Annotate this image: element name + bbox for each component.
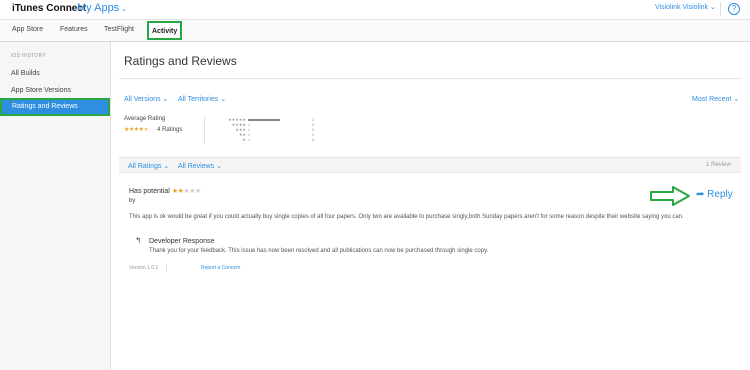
territories-filter[interactable]: All Territories ⌄	[178, 95, 226, 103]
histogram-bar	[248, 124, 250, 126]
response-arrow-icon: ↰	[135, 236, 142, 245]
chevron-down-icon: ⌄	[708, 4, 716, 11]
review-version: Version 1.0.1	[129, 265, 159, 271]
histogram-row: ★ 0	[226, 137, 326, 142]
sidebar: iOS HISTORY All Builds App Store Version…	[0, 42, 111, 370]
chevron-down-icon: ⌄	[119, 6, 127, 13]
chevron-down-icon: ⌄	[218, 96, 227, 103]
page-title: Ratings and Reviews	[124, 54, 237, 68]
developer-response-text: Thank you for your feedback. This issue …	[149, 248, 489, 254]
histogram-bar	[248, 129, 250, 131]
developer-response-title: Developer Response	[149, 238, 215, 245]
histogram-stars: ★	[242, 137, 246, 142]
user-menu[interactable]: Visiolink Visiolink ⌄	[655, 3, 716, 11]
top-bar: iTunes Connect My Apps ⌄ Visiolink Visio…	[0, 0, 750, 20]
divider	[119, 78, 741, 79]
half-star-icon: ★	[143, 127, 149, 133]
histogram-bar	[248, 139, 250, 141]
versions-filter-label: All Versions	[124, 96, 161, 103]
header-divider	[720, 2, 721, 16]
territories-filter-label: All Territories	[178, 96, 219, 103]
review-stars: ★★★★★	[171, 188, 201, 195]
reviews-filter-label: All Reviews	[178, 163, 215, 170]
histogram-bar	[248, 134, 250, 136]
sidebar-item-all-builds[interactable]: All Builds	[11, 70, 40, 77]
review-title: Has potential ★★★★★	[129, 187, 201, 195]
help-icon[interactable]: ?	[728, 3, 740, 15]
green-arrow-icon	[650, 186, 690, 206]
sidebar-section-heading: iOS HISTORY	[11, 53, 47, 59]
histogram-divider	[204, 117, 205, 143]
sort-menu[interactable]: Most Recent ⌄	[692, 95, 739, 103]
ratings-filter[interactable]: All Ratings ⌄	[128, 162, 169, 170]
chevron-down-icon: ⌄	[161, 163, 170, 170]
review-count: 1 Review	[706, 162, 731, 168]
chevron-down-icon: ⌄	[160, 96, 169, 103]
tab-bar: App Store Features TestFlight Activity	[0, 20, 750, 42]
reply-icon: ➦	[696, 189, 708, 200]
ratings-filter-label: All Ratings	[128, 163, 162, 170]
histogram-count: 0	[312, 137, 315, 142]
ratings-count: 4 Ratings	[157, 127, 183, 133]
histogram-bar	[248, 119, 280, 121]
chevron-down-icon: ⌄	[731, 96, 740, 103]
sidebar-item-label: Ratings and Reviews	[12, 103, 78, 110]
sort-menu-label: Most Recent	[692, 96, 732, 103]
reply-label: Reply	[707, 189, 733, 200]
sidebar-item-app-store-versions[interactable]: App Store Versions	[11, 87, 71, 94]
tab-activity[interactable]: Activity	[147, 21, 183, 40]
user-name: Visiolink Visiolink	[655, 4, 709, 11]
meta-divider	[166, 264, 167, 272]
star-icon: ★★★★	[124, 127, 144, 133]
chevron-down-icon: ⌄	[214, 163, 222, 170]
versions-filter[interactable]: All Versions ⌄	[124, 95, 168, 103]
sidebar-item-ratings-and-reviews[interactable]: Ratings and Reviews	[0, 98, 110, 116]
tab-app-store[interactable]: App Store	[12, 26, 43, 33]
reply-area: ➦ Reply	[649, 185, 741, 207]
reply-button[interactable]: ➦ Reply	[696, 189, 733, 200]
review-body: This app is ok would be great if you cou…	[129, 214, 684, 220]
my-apps-menu[interactable]: My Apps ⌄	[77, 2, 127, 14]
review-author: by	[129, 198, 136, 204]
brand-title: iTunes Connect	[12, 3, 87, 14]
tab-testflight[interactable]: TestFlight	[104, 26, 134, 33]
review-title-text: Has potential	[129, 188, 170, 195]
reviews-filter[interactable]: All Reviews ⌄	[178, 162, 222, 170]
tab-features[interactable]: Features	[60, 26, 88, 33]
review-filter-bar: All Ratings ⌄ All Reviews ⌄ 1 Review	[119, 157, 741, 173]
my-apps-label: My Apps	[77, 2, 120, 14]
average-rating-stars: ★★★★★	[124, 126, 149, 133]
report-concern-link[interactable]: Report a Concern	[201, 265, 240, 271]
average-rating-label: Average Rating	[124, 116, 166, 122]
